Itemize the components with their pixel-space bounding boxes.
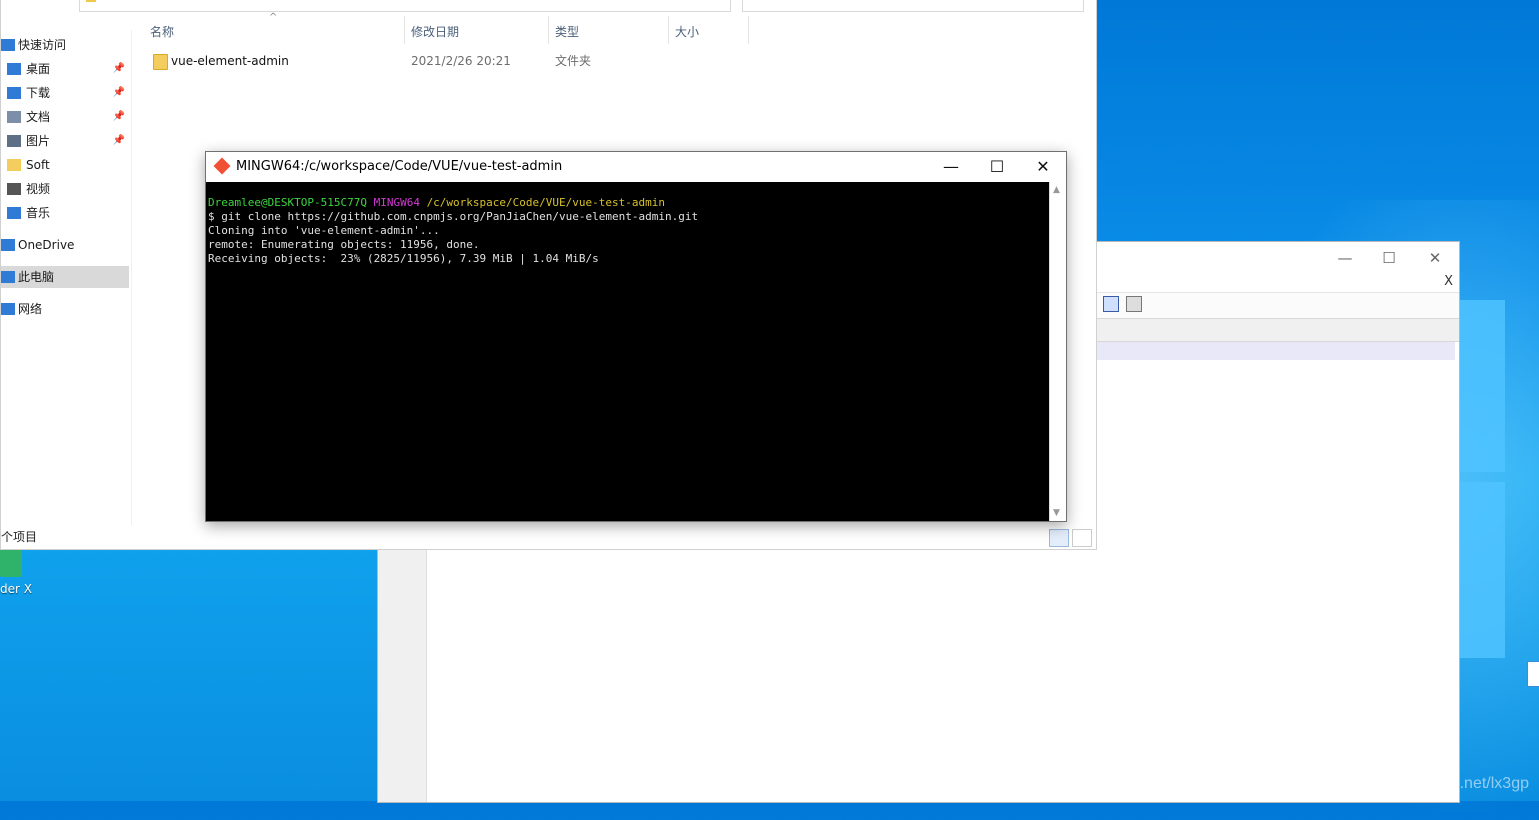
nav-item-label: OneDrive [18,238,75,252]
nav-item-label: 快速访问 [18,38,67,52]
computer-icon [1,271,15,283]
terminal-close-button[interactable]: ✕ [1020,152,1066,182]
pin-icon[interactable]: 📌 [113,130,125,152]
column-header-name[interactable]: 名称 [150,20,174,44]
desktop-icon-label[interactable]: der X [0,582,32,596]
terminal-title: MINGW64:/c/workspace/Code/VUE/vue-test-a… [236,159,563,174]
nav-item-label: 下载 [26,86,51,100]
folder-icon [7,159,21,171]
nav-item-label: 桌面 [26,62,51,76]
nav-item-label: 此电脑 [18,270,55,284]
column-divider[interactable] [668,16,669,44]
column-divider[interactable] [548,16,549,44]
scroll-down-icon[interactable]: ▼ [1053,508,1060,518]
cloud-icon [1,239,15,251]
column-header-size[interactable]: 大小 [675,20,699,44]
network-icon [1,303,15,315]
nav-item-label: 网络 [18,302,43,316]
folder-icon [153,54,168,70]
bg-menu-close-button[interactable]: X [1444,274,1453,289]
column-header-modified[interactable]: 修改日期 [411,20,459,44]
nav-item[interactable]: 文档 📌 [1,106,129,128]
prompt-line: Dreamlee@DESKTOP-515C77Q MINGW64 /c/work… [208,196,1050,210]
terminal-minimize-button[interactable]: — [928,152,974,182]
nav-item[interactable]: 下载 📌 [1,82,129,104]
terminal-scrollbar[interactable]: ▲ ▼ [1049,182,1066,521]
navigation-pane: 快速访问桌面 📌 下载 📌 文档 📌 图片 📌 Soft 视频音乐 OneDrive 此电脑网络 [1,30,132,525]
nav-item[interactable]: OneDrive [1,234,129,256]
nav-item[interactable]: 桌面 📌 [1,58,129,80]
sort-ascending-icon: ^ [269,12,278,23]
bg-close-button[interactable]: ✕ [1423,246,1447,270]
nav-item[interactable]: 视频 [1,178,129,200]
music-icon [7,207,21,219]
nav-item-label: 音乐 [26,206,51,220]
picture-icon [7,135,21,147]
output-line: remote: Enumerating objects: 11956, done… [208,238,480,251]
nav-item[interactable]: 快速访问 [1,34,129,56]
file-row[interactable]: vue-element-admin 2021/2/26 20:21 文件夹 [147,50,747,72]
notification-widget[interactable] [1527,661,1539,687]
nav-item-label: Soft [26,158,50,172]
address-bar[interactable] [79,0,731,12]
file-type: 文件夹 [555,54,592,68]
pin-icon[interactable]: 📌 [113,106,125,128]
terminal-window[interactable]: MINGW64:/c/workspace/Code/VUE/vue-test-a… [205,151,1067,522]
output-line: Cloning into 'vue-element-admin'... [208,224,440,237]
status-bar-item-count: 个项目 [1,530,38,544]
settings-panel-icon[interactable] [1126,296,1142,312]
bg-maximize-button[interactable]: ☐ [1377,246,1401,270]
details-view-button[interactable] [1049,529,1069,547]
pin-icon[interactable]: 📌 [113,58,125,80]
nav-item[interactable]: 网络 [1,298,129,320]
fast-forward-icon[interactable] [1103,296,1119,312]
prompt-user: Dreamlee@DESKTOP-515C77Q [208,196,367,209]
file-modified: 2021/2/26 20:21 [411,54,511,68]
windows-logo-pane [1458,482,1505,658]
column-divider[interactable] [404,16,405,44]
bg-minimize-button[interactable]: — [1333,246,1357,270]
large-icons-view-button[interactable] [1072,529,1092,547]
desktop-icon [7,63,21,75]
scroll-up-icon[interactable]: ▲ [1053,185,1060,195]
bg-left-panel [378,550,427,802]
download-icon [7,87,21,99]
prompt-path: /c/workspace/Code/VUE/vue-test-admin [426,196,665,209]
video-icon [7,183,21,195]
search-box[interactable] [742,0,1084,12]
watermark: https://blog.csdn.net/lx3gp [1343,775,1529,792]
nav-item[interactable]: 图片 📌 [1,130,129,152]
terminal-output[interactable]: Dreamlee@DESKTOP-515C77Q MINGW64 /c/work… [206,182,1050,521]
terminal-titlebar[interactable]: MINGW64:/c/workspace/Code/VUE/vue-test-a… [206,152,1066,182]
nav-item[interactable]: Soft [1,154,129,176]
column-divider[interactable] [748,16,749,44]
nav-item-label: 图片 [26,134,51,148]
nav-item-label: 视频 [26,182,51,196]
nav-item-label: 文档 [26,110,51,124]
git-icon [213,157,231,175]
prompt-env: MINGW64 [373,196,420,209]
terminal-maximize-button[interactable]: ☐ [974,152,1020,182]
nav-item[interactable]: 此电脑 [1,266,129,288]
file-name: vue-element-admin [171,54,289,68]
windows-logo-pane [1458,300,1505,472]
nav-item[interactable]: 音乐 [1,202,129,224]
column-header-type[interactable]: 类型 [555,20,579,44]
folder-icon [86,0,96,2]
star-icon [1,39,15,51]
output-line: $ git clone https://github.com.cnpmjs.or… [208,210,699,223]
pin-icon[interactable]: 📌 [113,82,125,104]
output-line: Receiving objects: 23% (2825/11956), 7.3… [208,252,599,265]
document-icon [7,111,21,123]
